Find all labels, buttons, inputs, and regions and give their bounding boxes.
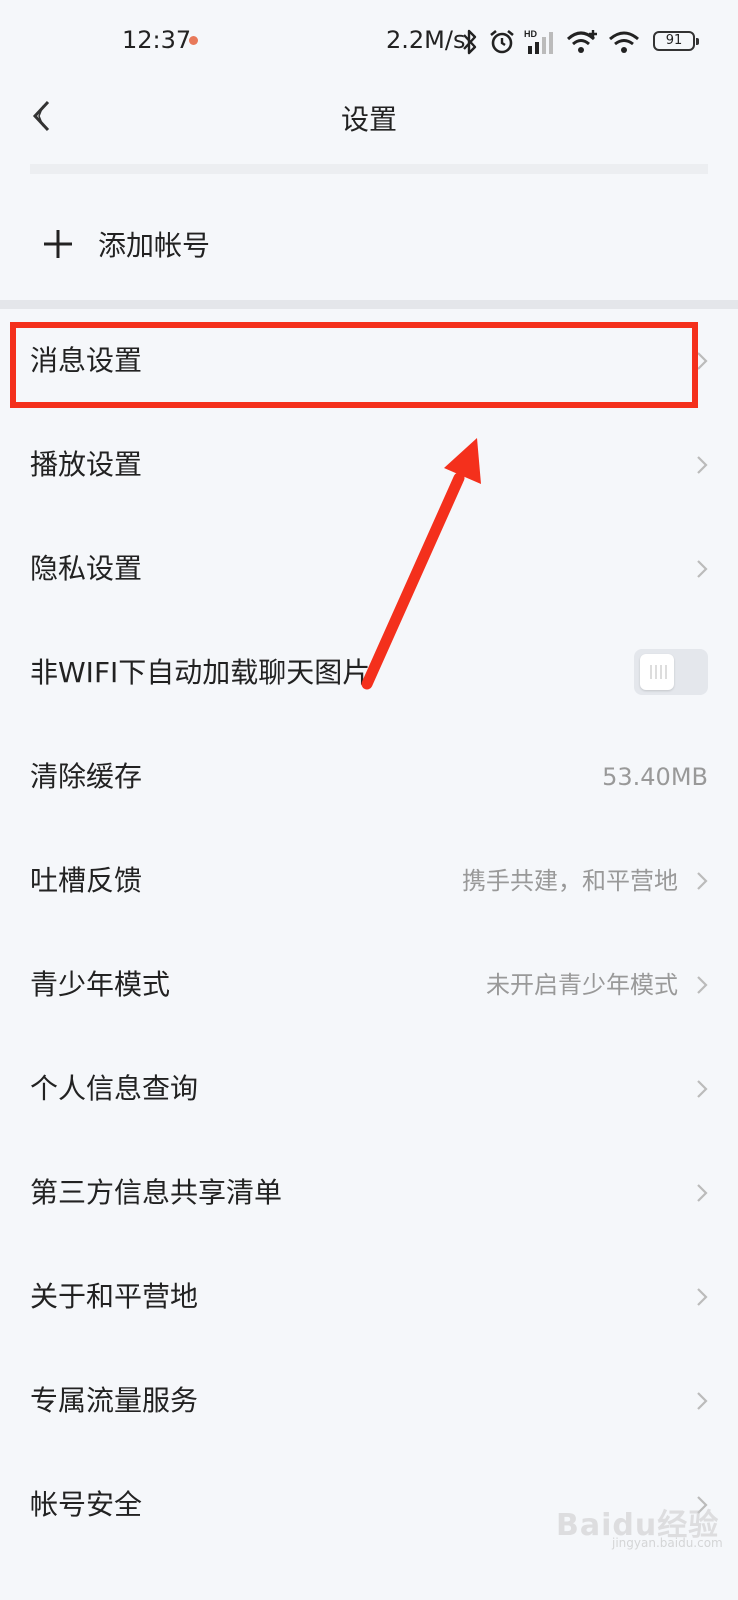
row-about[interactable]: 关于和平营地 (0, 1245, 738, 1349)
plus-icon (44, 230, 72, 258)
row-label: 清除缓存 (30, 760, 143, 793)
chevron-right-icon (697, 1080, 708, 1098)
teen-mode-value: 未开启青少年模式 (486, 971, 678, 999)
auto-load-images-toggle[interactable] (634, 649, 708, 695)
row-label: 关于和平营地 (30, 1280, 199, 1313)
row-label: 隐私设置 (30, 552, 143, 585)
chevron-right-icon (697, 872, 708, 890)
row-teen-mode[interactable]: 青少年模式 未开启青少年模式 (0, 933, 738, 1037)
add-account-label: 添加帐号 (98, 229, 211, 262)
row-label: 第三方信息共享清单 (30, 1176, 283, 1209)
divider (30, 164, 708, 174)
row-personal-info-query[interactable]: 个人信息查询 (0, 1037, 738, 1141)
status-time: 12:37 (122, 26, 192, 54)
watermark-sub: jingyan.baidu.com (612, 1536, 723, 1550)
section-divider (0, 300, 738, 309)
add-account-button[interactable]: 添加帐号 (0, 210, 738, 280)
page-title: 设置 (340, 103, 397, 136)
status-bar: 12:37 2.2M/s HD 91 (0, 0, 738, 86)
chevron-right-icon (697, 1392, 708, 1410)
row-label: 帐号安全 (30, 1488, 143, 1521)
status-icons: HD (460, 26, 640, 58)
chevron-right-icon (697, 352, 708, 370)
feedback-value: 携手共建，和平营地 (462, 867, 678, 895)
row-feedback[interactable]: 吐槽反馈 携手共建，和平营地 (0, 829, 738, 933)
chevron-right-icon (697, 1288, 708, 1306)
row-label: 专属流量服务 (30, 1384, 199, 1417)
svg-text:HD: HD (524, 29, 537, 39)
notification-dot-icon (189, 36, 198, 45)
row-third-party-sharing[interactable]: 第三方信息共享清单 (0, 1141, 738, 1245)
row-label: 青少年模式 (30, 968, 171, 1001)
row-auto-load-images: 非WIFI下自动加载聊天图片 (0, 621, 738, 725)
row-message-settings[interactable]: 消息设置 (0, 309, 738, 413)
chevron-right-icon (697, 456, 708, 474)
wifi-icon (609, 31, 639, 53)
wifi-plus-icon (566, 30, 597, 53)
row-label: 消息设置 (30, 344, 143, 377)
cache-size-value: 53.40MB (602, 763, 708, 791)
chevron-right-icon (697, 560, 708, 578)
row-clear-cache[interactable]: 清除缓存 53.40MB (0, 725, 738, 829)
chevron-right-icon (697, 976, 708, 994)
row-label: 吐槽反馈 (30, 864, 143, 897)
bluetooth-icon (463, 29, 477, 55)
row-data-service[interactable]: 专属流量服务 (0, 1349, 738, 1453)
row-label: 非WIFI下自动加载聊天图片 (30, 656, 371, 689)
row-privacy-settings[interactable]: 隐私设置 (0, 517, 738, 621)
nav-bar: 设置 (0, 86, 738, 146)
network-speed: 2.2M/s (386, 26, 466, 54)
alarm-icon (490, 29, 514, 54)
battery-icon: 91 (653, 31, 699, 51)
row-label: 个人信息查询 (30, 1072, 199, 1105)
toggle-knob (640, 654, 674, 690)
chevron-right-icon (697, 1184, 708, 1202)
row-label: 播放设置 (30, 448, 143, 481)
row-playback-settings[interactable]: 播放设置 (0, 413, 738, 517)
hd-signal-icon: HD (524, 29, 553, 54)
